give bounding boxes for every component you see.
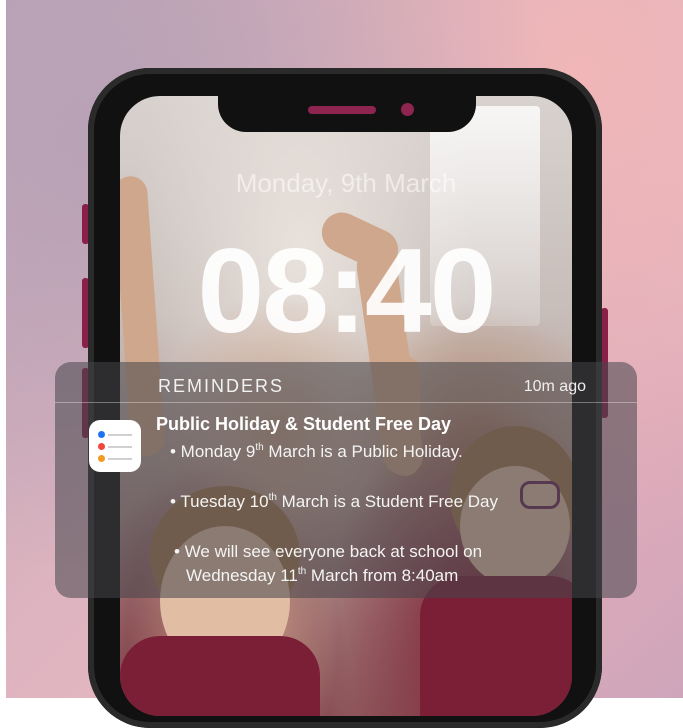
red-dot xyxy=(98,443,105,450)
bullet-text: • Tuesday 10 xyxy=(170,492,269,511)
lock-screen-date: Monday, 9th March xyxy=(235,168,457,198)
lock-screen-time: 08:40 xyxy=(197,224,497,358)
child-uniform-left xyxy=(120,636,320,716)
orange-dot xyxy=(98,455,105,462)
notification-divider xyxy=(55,402,637,403)
bullet-text: • We will see everyone back at school on xyxy=(174,542,483,561)
bullet-text: March from 8:40am xyxy=(306,566,459,585)
reminders-app-icon xyxy=(89,420,141,472)
speaker-grille xyxy=(308,106,376,114)
bullet-superscript: th xyxy=(268,492,277,503)
bullet-text-line2: Wednesday 11th March from 8:40am xyxy=(186,564,574,588)
front-camera xyxy=(401,103,414,116)
bullet-text: Wednesday 11 xyxy=(186,566,298,585)
notification-bullet-1: • Monday 9th March is a Public Holiday. xyxy=(170,440,570,464)
bullet-superscript: th xyxy=(297,566,307,577)
bullet-text: March is a Student Free Day xyxy=(276,492,499,511)
notification-bullet-3: • We will see everyone back at school on… xyxy=(174,540,574,588)
notification-timestamp: 10m ago xyxy=(523,378,586,395)
notification-title: Public Holiday & Student Free Day xyxy=(156,414,452,434)
blue-dot xyxy=(98,431,105,438)
notification-app-name: REMINDERS xyxy=(158,376,285,396)
list-line xyxy=(108,458,132,460)
bullet-text: March is a Public Holiday. xyxy=(263,442,463,461)
list-line xyxy=(108,446,132,448)
bullet-superscript: th xyxy=(255,442,264,453)
notification-bullet-2: • Tuesday 10th March is a Student Free D… xyxy=(170,490,570,514)
image-border xyxy=(0,0,6,698)
bullet-text: • Monday 9 xyxy=(170,442,256,461)
list-line xyxy=(108,434,132,436)
